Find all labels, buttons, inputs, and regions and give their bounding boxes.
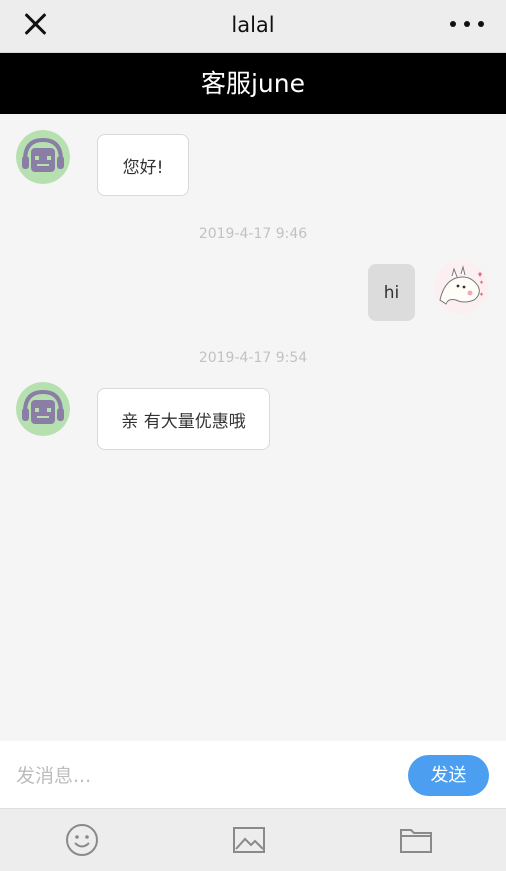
message-input[interactable] bbox=[14, 755, 398, 797]
top-bar: lalal bbox=[0, 0, 506, 53]
chat-header-title: 客服june bbox=[0, 53, 506, 114]
more-options-icon[interactable] bbox=[450, 21, 484, 29]
message-timestamp: 2019-4-17 9:46 bbox=[198, 226, 308, 242]
message-input-bar: 发送 bbox=[0, 741, 506, 808]
agent-avatar[interactable] bbox=[16, 130, 70, 184]
chat-app: lalal 客服june 您好! 2019-4-17 9:46 hi 2019-… bbox=[0, 0, 506, 871]
message-bubble-user: hi bbox=[368, 264, 415, 321]
send-button[interactable]: 发送 bbox=[408, 755, 489, 796]
message-bubble-agent: 亲 有大量优惠哦 bbox=[97, 388, 270, 450]
user-avatar[interactable] bbox=[434, 260, 488, 314]
emoji-icon[interactable] bbox=[65, 823, 99, 857]
message-list[interactable]: 您好! 2019-4-17 9:46 hi 2019-4-17 9:54 亲 有… bbox=[0, 114, 506, 741]
bottom-toolbar bbox=[0, 808, 506, 871]
agent-avatar[interactable] bbox=[16, 382, 70, 436]
image-icon[interactable] bbox=[232, 823, 266, 857]
message-bubble-agent: 您好! bbox=[97, 134, 189, 196]
message-timestamp: 2019-4-17 9:54 bbox=[198, 350, 308, 366]
app-title: lalal bbox=[231, 13, 275, 37]
folder-icon[interactable] bbox=[399, 823, 433, 857]
